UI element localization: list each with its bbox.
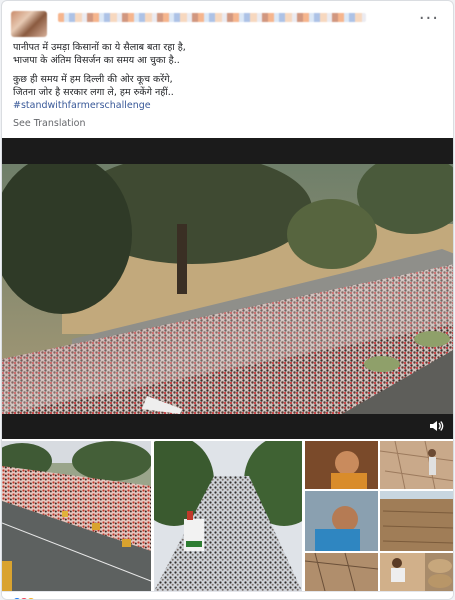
- video-player[interactable]: [2, 138, 453, 439]
- post-line-1: पानीपत में उमड़ा किसानों का ये सैलाब बता…: [13, 42, 186, 53]
- video-frame-image: [2, 164, 453, 414]
- post-footer: [2, 591, 453, 599]
- post-line-3: कुछ ही समय में हम दिल्ली की ओर कूच करेंग…: [13, 74, 173, 85]
- post-header: ···: [2, 1, 453, 37]
- author-name-redacted[interactable]: [58, 13, 366, 22]
- photo-crowd-road[interactable]: [2, 441, 151, 591]
- post-line-4: जितना जोर है सरकार लगा ले, हम रुकेंगे नह…: [13, 87, 174, 98]
- photo-farmers-collage[interactable]: [305, 441, 453, 591]
- photo-grid: [2, 441, 453, 591]
- see-translation-link[interactable]: See Translation: [13, 118, 86, 129]
- author-avatar[interactable]: [11, 11, 47, 37]
- post-line-2: भाजपा के अंतिम विसर्जन का समय आ चुका है.…: [13, 55, 180, 66]
- hashtag-link[interactable]: #standwithfarmerschallenge: [13, 99, 433, 112]
- post-card: ··· पानीपत में उमड़ा किसानों का ये सैलाब…: [1, 0, 454, 600]
- volume-icon[interactable]: [429, 419, 445, 433]
- photo-crowd-march[interactable]: [154, 441, 302, 591]
- more-options-icon[interactable]: ···: [419, 10, 439, 28]
- post-text: पानीपत में उमड़ा किसानों का ये सैलाब बता…: [13, 41, 433, 112]
